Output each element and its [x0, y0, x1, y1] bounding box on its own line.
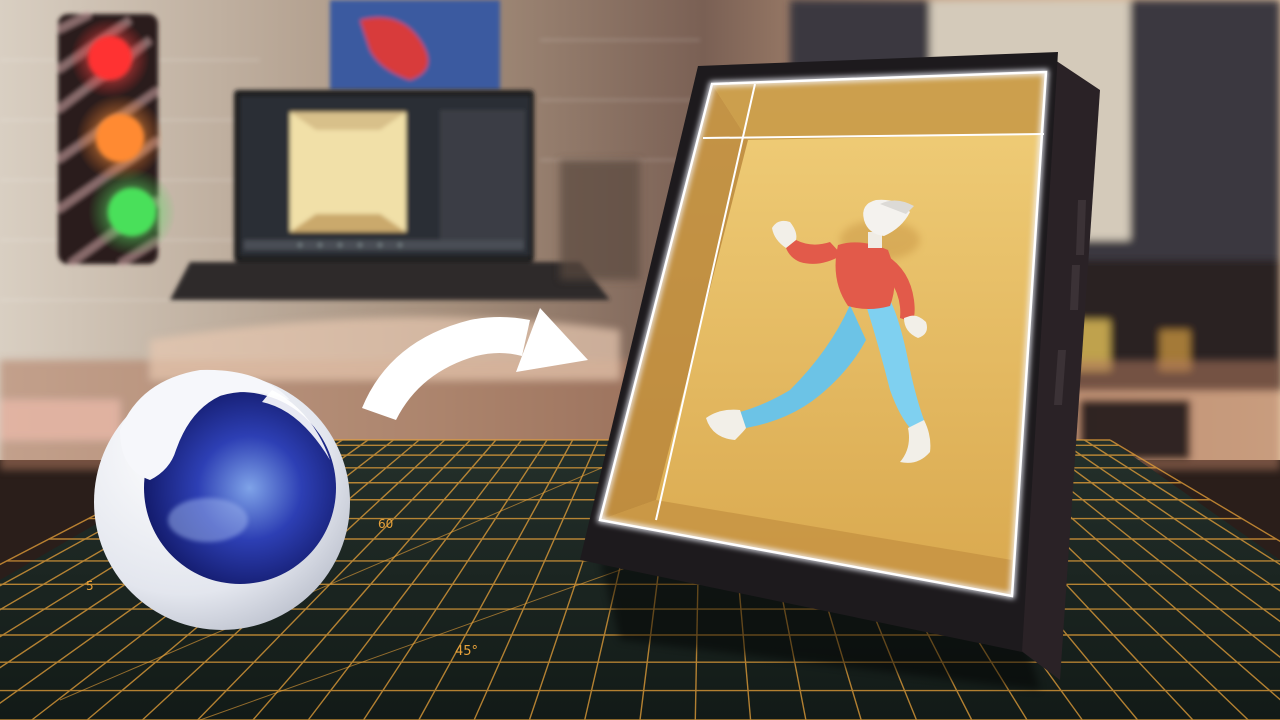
mat-label-60: 60: [378, 517, 393, 531]
scene-svg: 60 5 45°: [0, 0, 1280, 720]
wall-poster: [330, 0, 500, 90]
green-light: [108, 188, 156, 236]
photo-scene: 60 5 45°: [0, 0, 1280, 720]
mat-label-45: 45°: [455, 644, 478, 659]
red-light: [88, 36, 132, 80]
orange-light: [96, 114, 144, 162]
mat-label-5: 5: [86, 579, 94, 593]
